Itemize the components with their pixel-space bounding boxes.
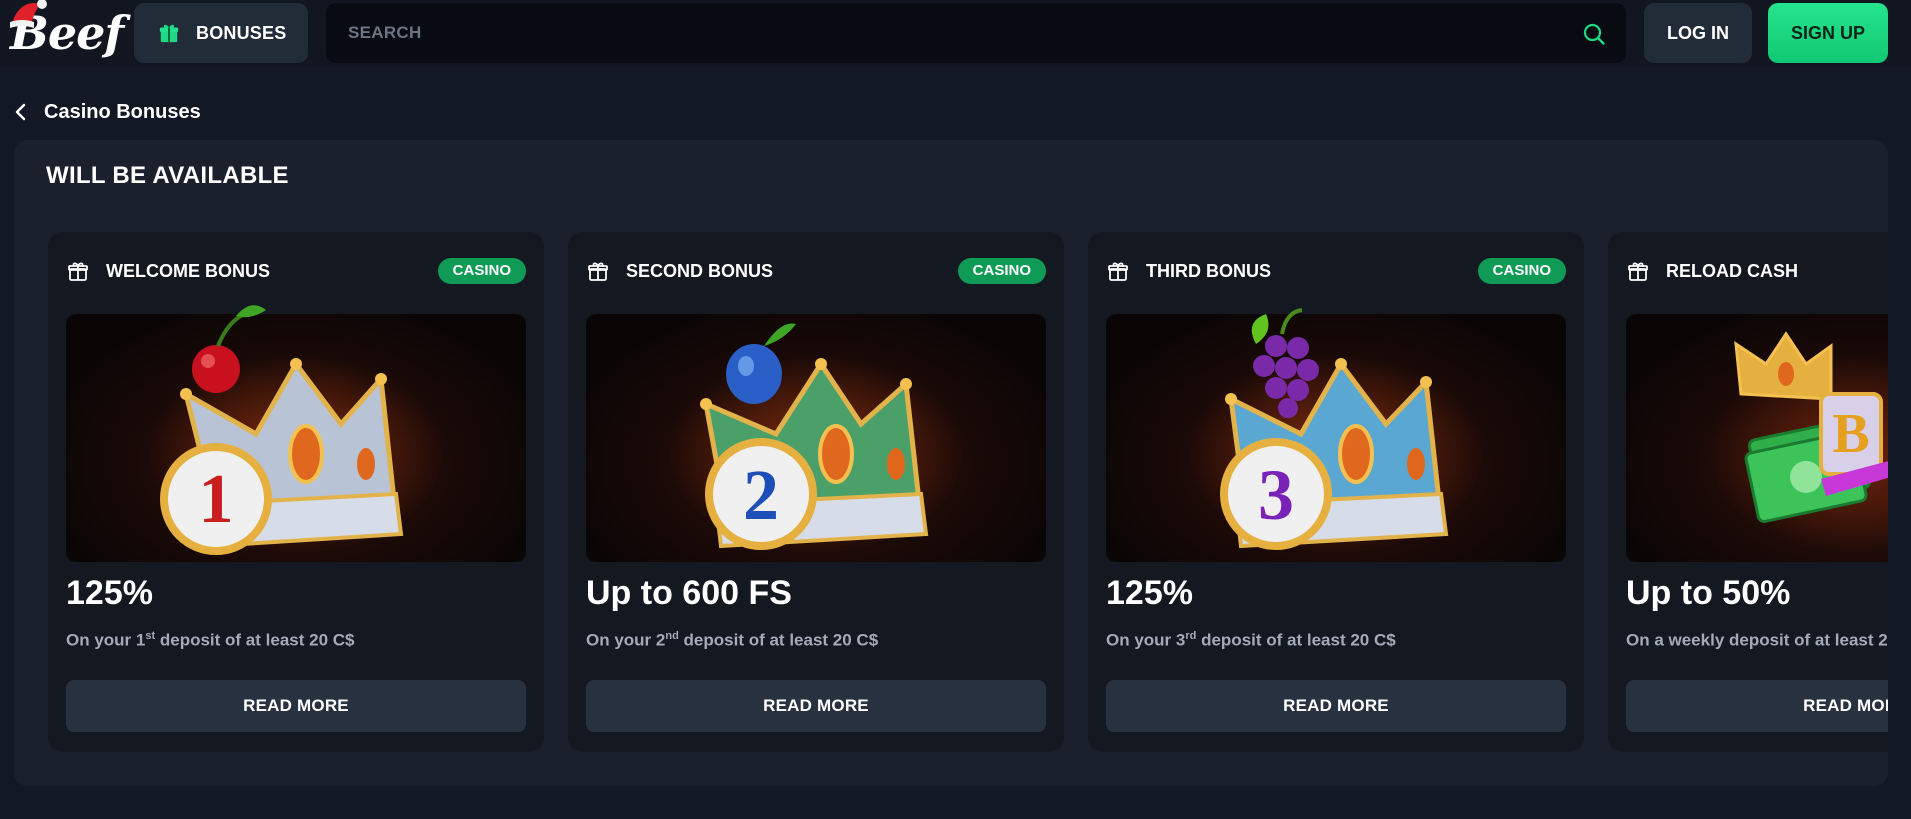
gift-icon: [1108, 262, 1128, 281]
top-header: Beef BONUSES LOG IN SIGN UP: [0, 0, 1911, 66]
bonus-description: On your 2nd deposit of at least 20 C$: [586, 630, 879, 650]
read-more-button[interactable]: READ MORE: [586, 680, 1046, 732]
card-title: RELOAD CASH: [1666, 260, 1799, 281]
casino-badge: CASINO: [1477, 258, 1566, 284]
signup-button[interactable]: SIGN UP: [1768, 3, 1888, 63]
bonus-amount: Up to 50%: [1626, 574, 1791, 612]
bonus-amount: Up to 600 FS: [586, 574, 792, 612]
bonus-description: On your 1st deposit of at least 20 C$: [66, 630, 355, 650]
chevron-left-icon[interactable]: [14, 103, 28, 121]
bonus-card: RELOAD CASH B Up to 50% On a weekly depo…: [1608, 232, 1888, 752]
card-title: WELCOME BONUS: [106, 260, 270, 281]
casino-badge: CASINO: [437, 258, 526, 284]
bonus-card: SECOND BONUS CASINO 2 Up to 600 FS On yo…: [568, 232, 1064, 752]
gift-icon: [588, 262, 608, 281]
bonuses-panel: WILL BE AVAILABLE WELCOME BONUS CASINO 1…: [14, 140, 1888, 786]
bonus-card: THIRD BONUS CASINO 3 125% On your 3rd de…: [1088, 232, 1584, 752]
read-more-button[interactable]: READ MORE: [66, 680, 526, 732]
santa-hat-icon: [10, 0, 47, 28]
gift-icon: [1628, 262, 1648, 281]
search-icon[interactable]: [1582, 22, 1606, 46]
bonus-description: On a weekly deposit of at least 20 C$: [1626, 630, 1888, 650]
bonuses-label: BONUSES: [196, 22, 287, 43]
gift-icon: [68, 262, 88, 281]
read-more-button[interactable]: READ MORE: [1626, 680, 1888, 732]
breadcrumb[interactable]: Casino Bonuses: [14, 98, 201, 126]
card-header: THIRD BONUS CASINO: [1106, 256, 1566, 286]
bonus-amount: 125%: [1106, 574, 1193, 612]
bonus-image: [1626, 314, 1888, 562]
card-header: SECOND BONUS CASINO: [586, 256, 1046, 286]
read-more-button[interactable]: READ MORE: [1106, 680, 1566, 732]
logo[interactable]: Beef: [6, 0, 124, 62]
bonus-image: [586, 314, 1046, 562]
section-title: WILL BE AVAILABLE: [46, 162, 289, 189]
bonus-description: On your 3rd deposit of at least 20 C$: [1106, 630, 1396, 650]
search-bar: [326, 3, 1626, 63]
bonuses-button[interactable]: BONUSES: [134, 3, 308, 63]
card-title: THIRD BONUS: [1146, 260, 1271, 281]
casino-badge: CASINO: [957, 258, 1046, 284]
gift-icon: [159, 24, 179, 43]
bonus-amount: 125%: [66, 574, 153, 612]
card-header: WELCOME BONUS CASINO: [66, 256, 526, 286]
page-title: Casino Bonuses: [44, 100, 201, 123]
login-button[interactable]: LOG IN: [1644, 3, 1752, 63]
bonus-image: [66, 314, 526, 562]
bonus-card: WELCOME BONUS CASINO 1 125% On your 1st …: [48, 232, 544, 752]
bonus-image: [1106, 314, 1566, 562]
card-header: RELOAD CASH: [1626, 256, 1888, 286]
card-title: SECOND BONUS: [626, 260, 774, 281]
search-input[interactable]: [348, 23, 1548, 43]
